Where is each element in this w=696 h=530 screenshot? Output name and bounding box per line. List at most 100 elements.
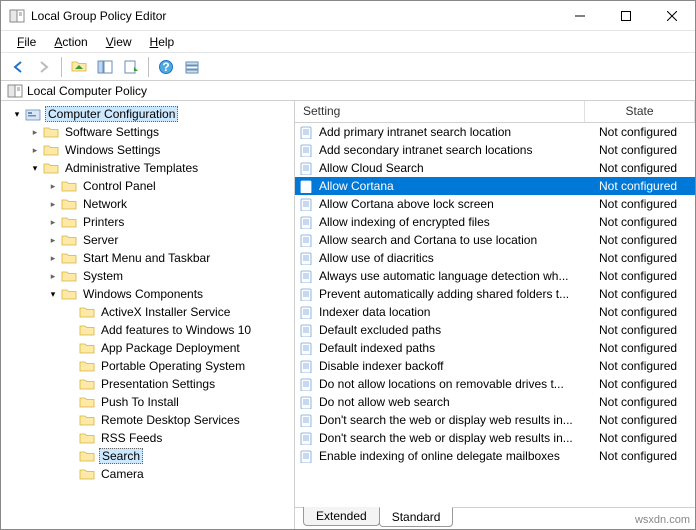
tree-node[interactable]: ActiveX Installer Service — [1, 303, 294, 321]
setting-icon — [299, 161, 315, 175]
setting-row[interactable]: Disable indexer backoffNot configured — [295, 357, 695, 375]
menu-view[interactable]: View — [98, 33, 140, 51]
setting-row[interactable]: Do not allow locations on removable driv… — [295, 375, 695, 393]
column-state[interactable]: State — [585, 101, 695, 122]
export-list-button[interactable] — [120, 56, 142, 78]
maximize-button[interactable] — [603, 1, 649, 30]
folder-icon — [79, 359, 95, 373]
collapse-icon[interactable]: ▾ — [45, 289, 61, 300]
app-icon — [9, 8, 25, 24]
tree-node[interactable]: Search — [1, 447, 294, 465]
tree-node[interactable]: ▸Network — [1, 195, 294, 213]
setting-row[interactable]: Add primary intranet search locationNot … — [295, 123, 695, 141]
tree-pane[interactable]: ▾Computer Configuration▸Software Setting… — [1, 101, 295, 529]
setting-row[interactable]: Don't search the web or display web resu… — [295, 411, 695, 429]
tree-node[interactable]: Camera — [1, 465, 294, 483]
setting-row[interactable]: Indexer data locationNot configured — [295, 303, 695, 321]
tree-label: Presentation Settings — [99, 377, 217, 391]
tree-label: Add features to Windows 10 — [99, 323, 253, 337]
setting-row[interactable]: Always use automatic language detection … — [295, 267, 695, 285]
minimize-button[interactable] — [557, 1, 603, 30]
filter-button[interactable] — [181, 56, 203, 78]
forward-button[interactable] — [33, 56, 55, 78]
expand-icon[interactable]: ▸ — [45, 199, 61, 210]
setting-icon — [299, 359, 315, 373]
folder-icon — [43, 143, 59, 157]
setting-name: Always use automatic language detection … — [319, 269, 568, 283]
window-controls — [557, 1, 695, 30]
expand-icon[interactable]: ▸ — [45, 271, 61, 282]
help-button[interactable]: ? — [155, 56, 177, 78]
expand-icon[interactable]: ▸ — [45, 217, 61, 228]
tree-node[interactable]: ▸System — [1, 267, 294, 285]
tab-extended[interactable]: Extended — [303, 507, 380, 526]
setting-row[interactable]: Do not allow web searchNot configured — [295, 393, 695, 411]
tree-node[interactable]: Presentation Settings — [1, 375, 294, 393]
tree-node[interactable]: ▾Computer Configuration — [1, 105, 294, 123]
menu-file[interactable]: File — [9, 33, 44, 51]
tree-node[interactable]: ▸Software Settings — [1, 123, 294, 141]
tree-node[interactable]: Push To Install — [1, 393, 294, 411]
expand-icon[interactable]: ▸ — [45, 181, 61, 192]
setting-row[interactable]: Add secondary intranet search locationsN… — [295, 141, 695, 159]
details-pane: Setting State Add primary intranet searc… — [295, 101, 695, 529]
setting-row[interactable]: Default indexed pathsNot configured — [295, 339, 695, 357]
tree-node[interactable]: ▸Start Menu and Taskbar — [1, 249, 294, 267]
collapse-icon[interactable]: ▾ — [9, 109, 25, 120]
setting-icon — [299, 143, 315, 157]
setting-row[interactable]: Prevent automatically adding shared fold… — [295, 285, 695, 303]
folder-icon — [43, 161, 59, 175]
folder-icon — [79, 413, 95, 427]
show-hide-tree-button[interactable] — [94, 56, 116, 78]
folder-icon — [79, 305, 95, 319]
setting-icon — [299, 215, 315, 229]
setting-state: Not configured — [595, 215, 695, 229]
config-node-icon — [25, 107, 41, 121]
expand-icon[interactable]: ▸ — [27, 127, 43, 138]
tree-label: Push To Install — [99, 395, 181, 409]
setting-row[interactable]: Allow Cloud SearchNot configured — [295, 159, 695, 177]
setting-state: Not configured — [595, 197, 695, 211]
tree-node[interactable]: ▾Windows Components — [1, 285, 294, 303]
tree-node[interactable]: Portable Operating System — [1, 357, 294, 375]
folder-icon — [79, 431, 95, 445]
tree-node[interactable]: Add features to Windows 10 — [1, 321, 294, 339]
tree-node[interactable]: RSS Feeds — [1, 429, 294, 447]
setting-row[interactable]: Allow indexing of encrypted files Not con… — [295, 213, 695, 231]
expand-icon[interactable]: ▸ — [27, 145, 43, 156]
tree-node[interactable]: ▸Server — [1, 231, 294, 249]
tree-node[interactable]: Remote Desktop Services — [1, 411, 294, 429]
menu-help[interactable]: Help — [142, 33, 183, 51]
setting-icon — [299, 269, 315, 283]
back-button[interactable] — [7, 56, 29, 78]
setting-row[interactable]: Enable indexing of online delegate mailb… — [295, 447, 695, 465]
setting-row[interactable]: Allow search and Cortana to use location… — [295, 231, 695, 249]
list-body[interactable]: Add primary intranet search locationNot … — [295, 123, 695, 507]
setting-name: Do not allow locations on removable driv… — [319, 377, 564, 391]
tree-node[interactable]: ▸Control Panel — [1, 177, 294, 195]
tree-node[interactable]: ▸Windows Settings — [1, 141, 294, 159]
setting-icon — [299, 287, 315, 301]
setting-row[interactable]: Don't search the web or display web resu… — [295, 429, 695, 447]
tree-node[interactable]: App Package Deployment — [1, 339, 294, 357]
column-setting[interactable]: Setting — [295, 101, 585, 122]
setting-row[interactable]: Allow use of diacriticsNot configured — [295, 249, 695, 267]
menu-action[interactable]: Action — [46, 33, 95, 51]
setting-name: Allow use of diacritics — [319, 251, 434, 265]
tab-standard[interactable]: Standard — [379, 507, 454, 527]
setting-name: Allow indexing of encrypted files — [319, 215, 490, 229]
tree-node[interactable]: ▸Printers — [1, 213, 294, 231]
tree-node[interactable]: ▾Administrative Templates — [1, 159, 294, 177]
tree-label: RSS Feeds — [99, 431, 164, 445]
folder-icon — [79, 449, 95, 463]
expand-icon[interactable]: ▸ — [45, 235, 61, 246]
collapse-icon[interactable]: ▾ — [27, 163, 43, 174]
close-button[interactable] — [649, 1, 695, 30]
expand-icon[interactable]: ▸ — [45, 253, 61, 264]
setting-row[interactable]: Default excluded pathsNot configured — [295, 321, 695, 339]
setting-state: Not configured — [595, 287, 695, 301]
up-button[interactable] — [68, 56, 90, 78]
folder-icon — [79, 341, 95, 355]
setting-row[interactable]: Allow CortanaNot configured — [295, 177, 695, 195]
setting-row[interactable]: Allow Cortana above lock screenNot confi… — [295, 195, 695, 213]
